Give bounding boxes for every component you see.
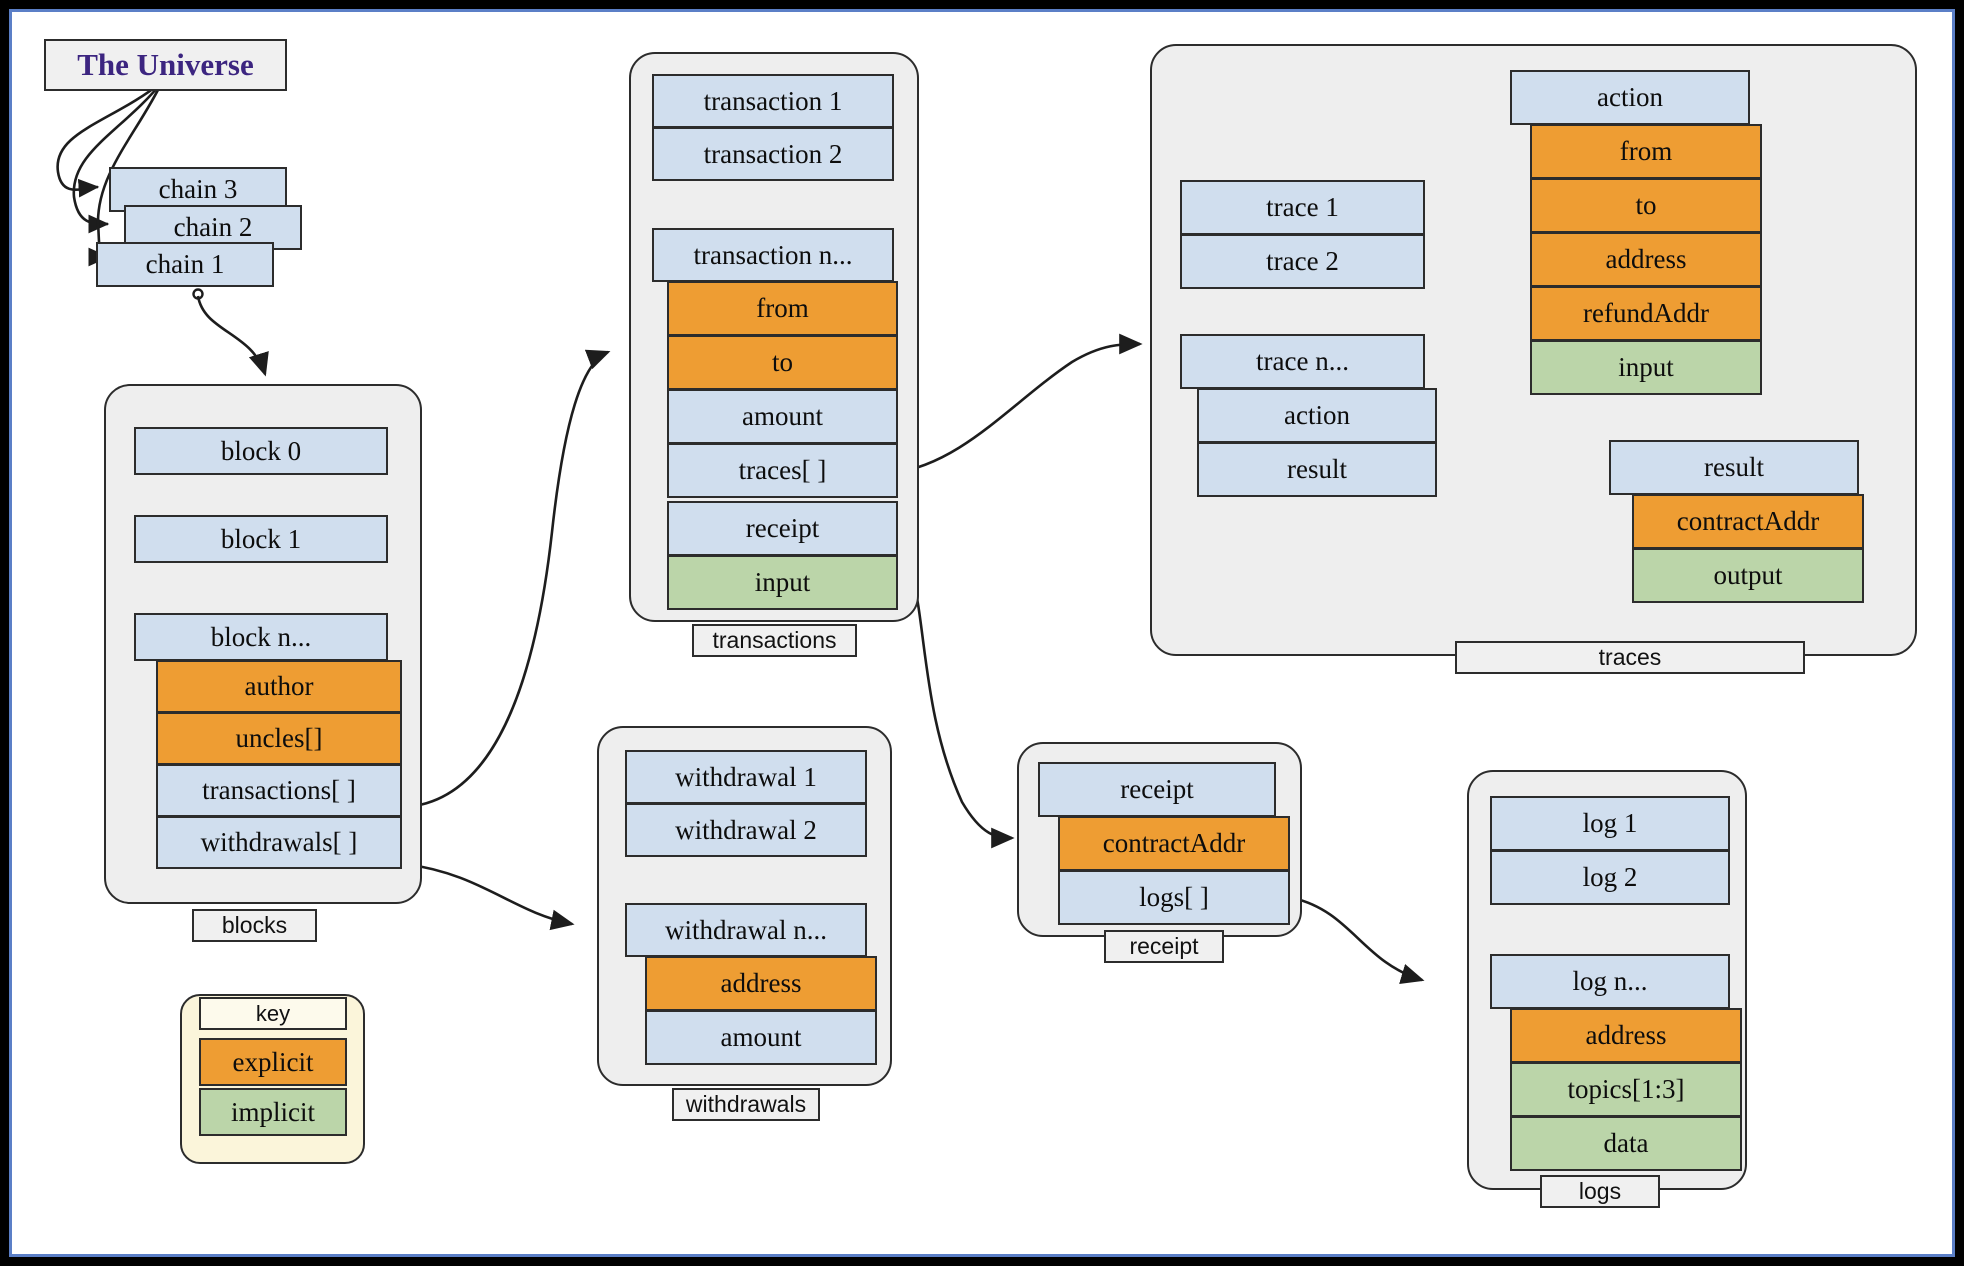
key-legend-implicit: implicit [199, 1088, 347, 1136]
transactions-item-2[interactable]: transaction 2 [652, 127, 894, 181]
receipt-field-contract-addr[interactable]: contractAddr [1058, 816, 1290, 871]
blocks-field-uncles[interactable]: uncles[] [156, 712, 402, 765]
withdrawals-item-2[interactable]: withdrawal 2 [625, 803, 867, 857]
traces-field-result[interactable]: result [1197, 442, 1437, 497]
transactions-field-input[interactable]: input [667, 555, 898, 610]
transactions-group-label: transactions [692, 624, 857, 657]
key-legend-header: key [199, 997, 347, 1030]
chain-box-1[interactable]: chain 1 [96, 242, 274, 287]
blocks-item-block-0[interactable]: block 0 [134, 427, 388, 475]
receipt-field-logs[interactable]: logs[ ] [1058, 870, 1290, 925]
transactions-field-from[interactable]: from [667, 281, 898, 336]
blocks-item-block-n[interactable]: block n... [134, 613, 388, 661]
traces-item-1[interactable]: trace 1 [1180, 180, 1425, 235]
logs-field-address[interactable]: address [1510, 1008, 1742, 1063]
action-field-refund-addr[interactable]: refundAddr [1530, 286, 1762, 341]
action-header[interactable]: action [1510, 70, 1750, 125]
logs-item-n[interactable]: log n... [1490, 954, 1730, 1009]
logs-field-data[interactable]: data [1510, 1116, 1742, 1171]
transactions-field-to[interactable]: to [667, 335, 898, 390]
result-field-output[interactable]: output [1632, 548, 1864, 603]
diagram-canvas: The Universe chain 3 chain 2 chain 1 blo… [9, 9, 1955, 1257]
action-field-input[interactable]: input [1530, 340, 1762, 395]
blocks-field-transactions[interactable]: transactions[ ] [156, 764, 402, 817]
withdrawals-item-1[interactable]: withdrawal 1 [625, 750, 867, 804]
receipt-header[interactable]: receipt [1038, 762, 1276, 817]
traces-item-2[interactable]: trace 2 [1180, 234, 1425, 289]
action-field-from[interactable]: from [1530, 124, 1762, 179]
transactions-field-receipt[interactable]: receipt [667, 501, 898, 556]
receipt-group-label: receipt [1104, 930, 1224, 963]
logs-field-topics[interactable]: topics[1:3] [1510, 1062, 1742, 1117]
diagram-frame: The Universe chain 3 chain 2 chain 1 blo… [0, 0, 1964, 1266]
universe-title: The Universe [44, 39, 287, 91]
withdrawals-item-n[interactable]: withdrawal n... [625, 903, 867, 957]
transactions-field-amount[interactable]: amount [667, 389, 898, 444]
result-field-contract-addr[interactable]: contractAddr [1632, 494, 1864, 549]
key-legend-explicit: explicit [199, 1038, 347, 1086]
blocks-field-withdrawals[interactable]: withdrawals[ ] [156, 816, 402, 869]
withdrawals-group-label: withdrawals [672, 1088, 820, 1121]
transactions-item-n[interactable]: transaction n... [652, 228, 894, 282]
transactions-field-traces[interactable]: traces[ ] [667, 443, 898, 498]
result-header[interactable]: result [1609, 440, 1859, 495]
blocks-item-block-1[interactable]: block 1 [134, 515, 388, 563]
withdrawals-field-amount[interactable]: amount [645, 1010, 877, 1065]
action-field-address[interactable]: address [1530, 232, 1762, 287]
traces-item-n[interactable]: trace n... [1180, 334, 1425, 389]
action-field-to[interactable]: to [1530, 178, 1762, 233]
traces-field-action[interactable]: action [1197, 388, 1437, 443]
blocks-field-author[interactable]: author [156, 660, 402, 713]
blocks-group-label: blocks [192, 909, 317, 942]
logs-item-2[interactable]: log 2 [1490, 850, 1730, 905]
logs-group-label: logs [1540, 1175, 1660, 1208]
traces-group-label: traces [1455, 641, 1805, 674]
logs-item-1[interactable]: log 1 [1490, 796, 1730, 851]
withdrawals-field-address[interactable]: address [645, 956, 877, 1011]
transactions-item-1[interactable]: transaction 1 [652, 74, 894, 128]
